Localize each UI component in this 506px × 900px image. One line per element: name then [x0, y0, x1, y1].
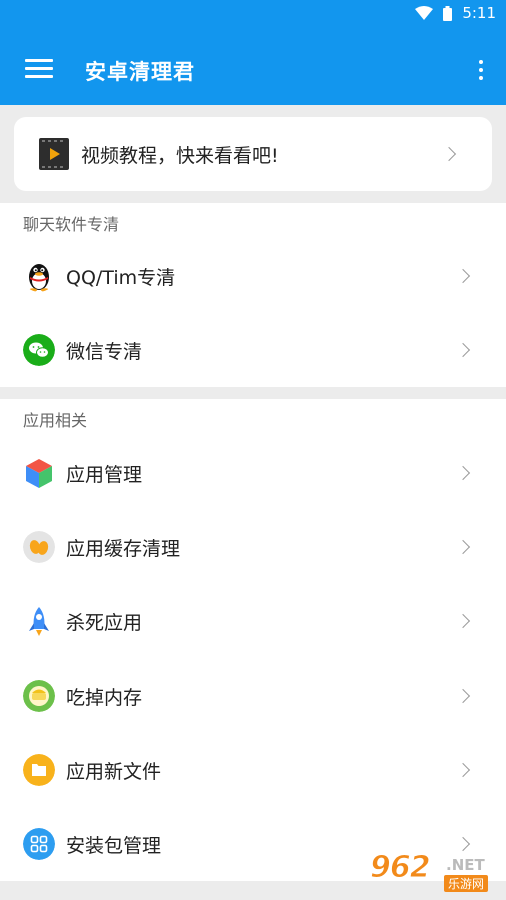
rocket-icon: [29, 607, 49, 636]
video-tutorial-label: 视频教程，快来看看吧!: [81, 145, 279, 167]
section-title: 聊天软件专清: [23, 215, 120, 234]
status-bar: 5:11: [0, 0, 506, 28]
battery-icon: [443, 5, 453, 21]
apk-grid-icon: [23, 828, 55, 860]
list-item-label: 应用缓存清理: [66, 538, 181, 560]
app-bar: 安卓清理君: [0, 28, 506, 105]
list-item-wechat[interactable]: 微信专清: [0, 313, 506, 387]
section-title: 应用相关: [23, 411, 88, 430]
list-item-qq-tim[interactable]: QQ/Tim专清: [0, 239, 506, 313]
wechat-icon: [23, 334, 55, 366]
wifi-icon: [415, 6, 434, 20]
list-item-new-files[interactable]: 应用新文件: [0, 733, 506, 807]
watermark-name: 乐游网: [444, 875, 489, 892]
hamburger-menu-icon[interactable]: [25, 59, 53, 79]
qq-penguin-icon: [29, 264, 49, 292]
chevron-right-icon: [455, 465, 471, 481]
list-item-cache-clean[interactable]: 应用缓存清理: [0, 510, 506, 584]
chevron-right-icon: [455, 539, 471, 555]
chevron-right-icon: [455, 836, 471, 852]
chevron-right-icon: [441, 146, 457, 162]
chevron-right-icon: [455, 268, 471, 284]
list-item-label: 应用管理: [66, 464, 143, 486]
watermark-domain: .NET: [446, 856, 485, 874]
list-item-label: 微信专清: [66, 341, 143, 363]
list-item-kill-apps[interactable]: 杀死应用: [0, 584, 506, 658]
app-cube-icon: [26, 459, 52, 488]
chevron-right-icon: [455, 762, 471, 778]
section-app-related: 应用相关 应用管理 应用缓存清理 杀死应用 吃掉内存 应用新文件 安装包管理: [0, 399, 506, 881]
section-chat-apps: 聊天软件专清 QQ/Tim专清 微信专清: [0, 203, 506, 387]
video-play-icon: [39, 138, 69, 170]
list-item-app-manager[interactable]: 应用管理: [0, 436, 506, 510]
cache-clean-icon: [23, 531, 55, 563]
status-right: 5:11: [415, 4, 496, 22]
list-item-label: 应用新文件: [66, 761, 162, 783]
list-item-eat-memory[interactable]: 吃掉内存: [0, 659, 506, 733]
list-item-label: 杀死应用: [66, 612, 143, 634]
list-item-label: QQ/Tim专清: [66, 267, 176, 289]
status-time: 5:11: [462, 4, 496, 22]
video-tutorial-card[interactable]: 视频教程，快来看看吧!: [14, 117, 492, 191]
folder-icon: [23, 754, 55, 786]
chevron-right-icon: [455, 342, 471, 358]
list-item-label: 吃掉内存: [66, 687, 143, 709]
watermark-logo: 962 .NET 乐游网: [368, 850, 500, 896]
memory-eat-icon: [23, 680, 55, 712]
app-title: 安卓清理君: [85, 60, 195, 84]
watermark-number: 962: [370, 850, 432, 886]
chevron-right-icon: [455, 688, 471, 704]
list-item-label: 安装包管理: [66, 835, 162, 857]
chevron-right-icon: [455, 613, 471, 629]
more-vert-icon[interactable]: [478, 60, 484, 80]
